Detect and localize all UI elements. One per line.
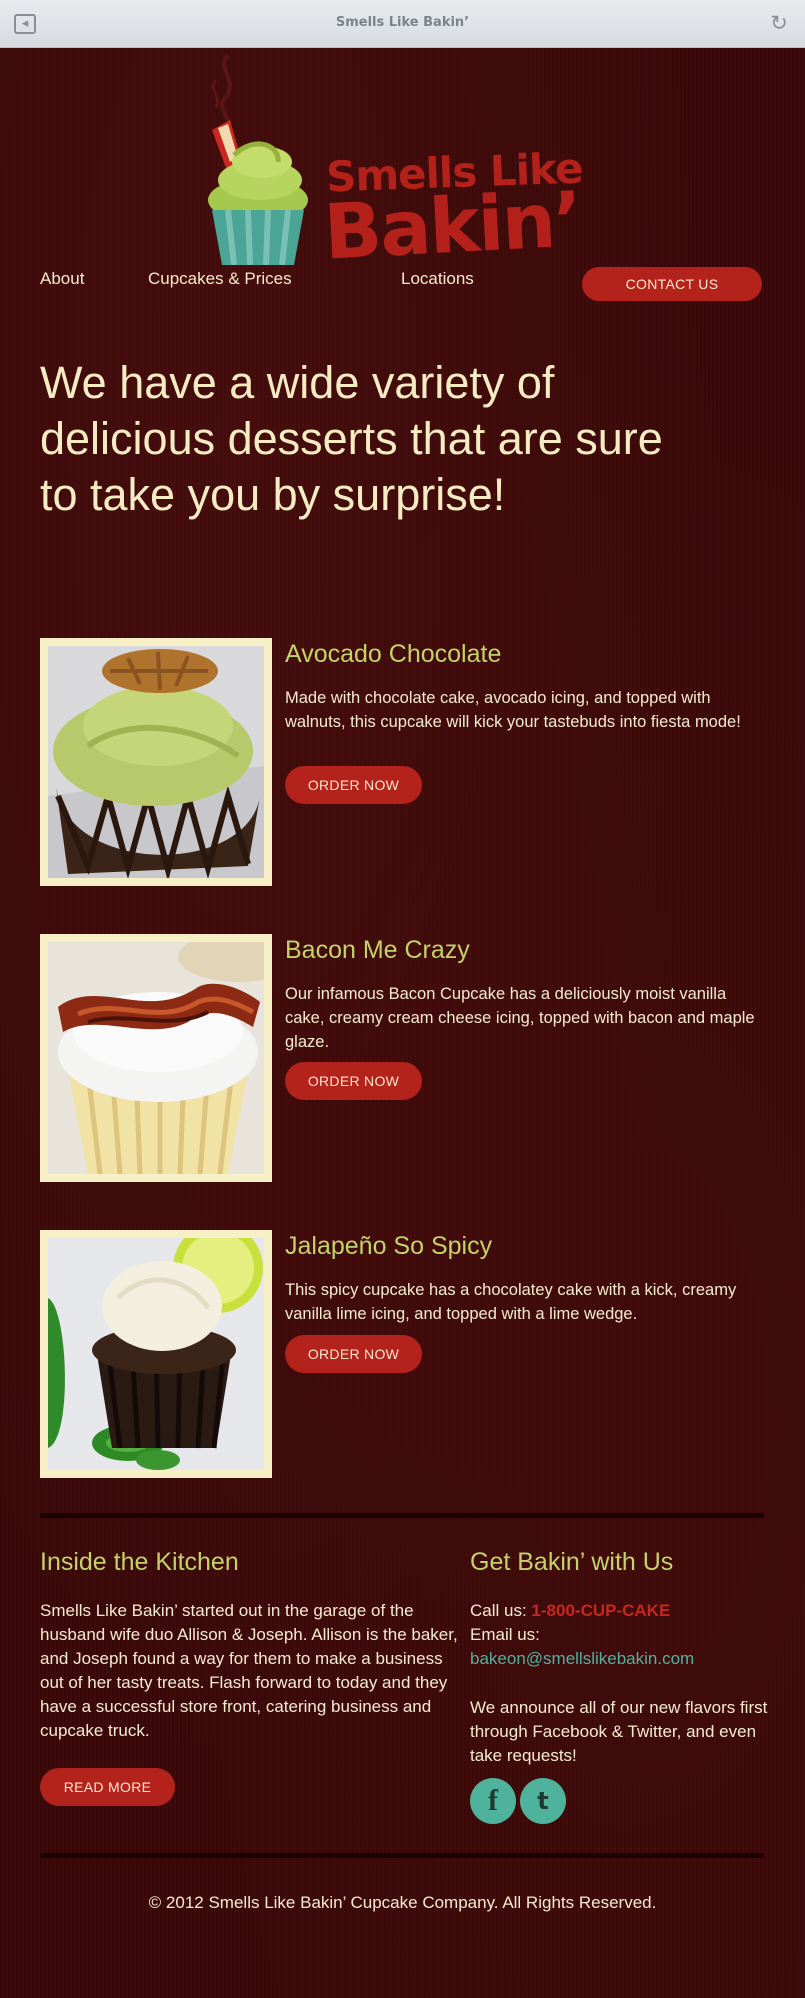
facebook-icon[interactable]: f <box>470 1778 516 1824</box>
kitchen-text: Smells Like Bakin’ started out in the ga… <box>40 1601 458 1740</box>
browser-title: Smells Like Bakin’ <box>335 15 470 30</box>
announce-text: We announce all of our new flavors first… <box>470 1698 768 1765</box>
avocado-chocolate-photo <box>40 638 272 886</box>
order-now-button-3[interactable]: ORDER NOW <box>285 1335 422 1373</box>
product-description-1: Made with chocolate cake, avocado icing,… <box>285 689 741 731</box>
call-label: Call us: <box>470 1601 527 1620</box>
hero-line-2: delicious desserts that are sure <box>40 413 663 464</box>
twitter-icon[interactable]: t <box>520 1778 566 1824</box>
email-label: Email us: <box>470 1625 540 1644</box>
contact-details: Call us: 1-800-CUP-CAKE Email us: bakeon… <box>470 1599 770 1671</box>
contact-title: Get Bakin’ with Us <box>470 1548 674 1576</box>
logo-text-bottom: Bakin’ <box>321 174 583 277</box>
hero-line-1: We have a wide variety of <box>40 357 555 408</box>
reload-icon[interactable]: ↻ <box>767 11 791 35</box>
read-more-button[interactable]: READ MORE <box>40 1768 175 1806</box>
product-description-2: Our infamous Bacon Cupcake has a delicio… <box>285 985 755 1051</box>
site-logo[interactable]: Smells Like Bakin’ <box>200 50 610 277</box>
hero-line-3: to take you by surprise! <box>40 469 506 520</box>
product-name-3: Jalapeño So Spicy <box>285 1232 493 1260</box>
bacon-me-crazy-photo <box>40 934 272 1182</box>
section-divider <box>40 1513 764 1518</box>
order-now-button-1[interactable]: ORDER NOW <box>285 766 422 804</box>
nav-about[interactable]: About <box>40 269 84 289</box>
product-name-2: Bacon Me Crazy <box>285 936 470 964</box>
nav-locations[interactable]: Locations <box>401 269 474 289</box>
product-description-3: This spicy cupcake has a chocolatey cake… <box>285 1281 737 1323</box>
footer-copyright: © 2012 Smells Like Bakin’ Cupcake Compan… <box>148 1893 657 1912</box>
footer-divider <box>40 1853 764 1858</box>
order-now-button-2[interactable]: ORDER NOW <box>285 1062 422 1100</box>
product-name-1: Avocado Chocolate <box>285 640 502 668</box>
hero-headline: We have a wide variety of delicious dess… <box>40 355 760 523</box>
phone-link[interactable]: 1-800-CUP-CAKE <box>531 1601 670 1620</box>
email-link[interactable]: bakeon@smellslikebakin.com <box>470 1649 694 1668</box>
kitchen-title: Inside the Kitchen <box>40 1548 239 1576</box>
contact-us-button[interactable]: CONTACT US <box>582 267 762 301</box>
nav-cupcakes-prices[interactable]: Cupcakes & Prices <box>148 269 292 289</box>
browser-toolbar: ◂ Smells Like Bakin’ ↻ <box>0 0 805 48</box>
jalapeno-so-spicy-photo <box>40 1230 272 1478</box>
